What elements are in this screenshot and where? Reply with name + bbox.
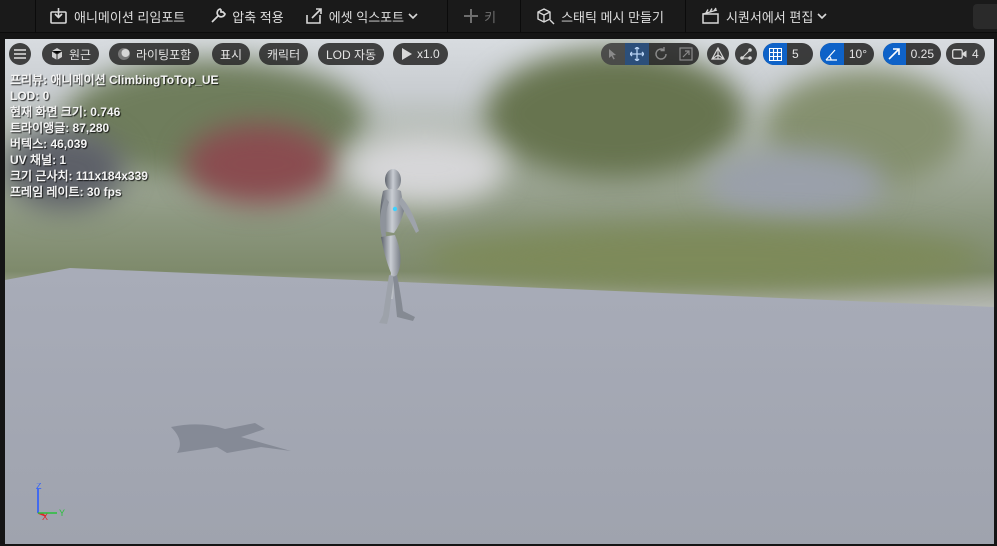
playback-speed-label: x1.0 xyxy=(417,47,440,61)
reimport-animation-button[interactable]: 애니메이션 리임포트 xyxy=(40,0,194,33)
lod-menu-button[interactable]: LOD 자동 xyxy=(318,43,385,65)
axis-indicator: Z X Y xyxy=(36,483,65,521)
character-menu-button[interactable]: 캐릭터 xyxy=(259,43,309,65)
camera-speed-button[interactable]: 4 xyxy=(946,43,985,65)
chevron-down-icon xyxy=(817,13,827,20)
reimport-label: 애니메이션 리임포트 xyxy=(74,9,186,25)
make-static-mesh-label: 스태틱 메시 만들기 xyxy=(561,9,664,25)
toolbar-overflow-button[interactable] xyxy=(973,4,997,29)
edit-in-sequencer-dropdown[interactable]: 시퀀서에서 편집 xyxy=(692,0,841,33)
stat-approx-size: 크기 근사치: 111x184x339 xyxy=(10,169,148,183)
chevron-down-icon xyxy=(408,13,418,20)
scale-icon xyxy=(679,47,693,61)
rotate-icon xyxy=(655,47,667,60)
viewport-options-menu-button[interactable] xyxy=(9,43,31,65)
cursor-icon xyxy=(609,49,616,60)
stat-lod: LOD: 0 xyxy=(10,89,50,103)
rotation-snap-value[interactable]: 10° xyxy=(844,47,874,61)
camera-icon xyxy=(952,49,967,59)
character-mesh[interactable] xyxy=(345,167,435,342)
perspective-label: 원근 xyxy=(69,47,92,62)
background-car xyxy=(705,149,885,219)
stat-vertices: 버텍스: 46,039 xyxy=(10,137,88,151)
character-menu-label: 캐릭터 xyxy=(267,47,301,62)
lit-sphere-icon xyxy=(118,48,130,60)
viewport-stats-overlay: 프리뷰: 애니메이션 ClimbingToTop_UE LOD: 0 현재 화면… xyxy=(10,72,219,200)
lighting-mode-button[interactable]: 라이팅포함 xyxy=(109,43,200,65)
move-arrows-icon xyxy=(630,47,644,61)
scale-snap-group: 0.25 xyxy=(883,43,941,65)
cube-icon xyxy=(51,48,63,60)
background-trees xyxy=(485,49,745,179)
lighting-mode-label: 라이팅포함 xyxy=(136,47,192,62)
add-key-button[interactable]: 키 xyxy=(454,0,505,33)
playback-speed-button[interactable]: x1.0 xyxy=(393,43,448,65)
stat-preview: 프리뷰: 애니메이션 ClimbingToTop_UE xyxy=(10,73,219,87)
scale-snap-toggle[interactable] xyxy=(883,43,906,65)
add-key-label: 키 xyxy=(484,9,497,25)
stat-triangles: 트라이앵글: 87,280 xyxy=(10,121,110,135)
camera-speed-value: 4 xyxy=(972,47,979,61)
translate-mode-button[interactable] xyxy=(625,43,649,65)
plus-icon xyxy=(464,9,479,23)
play-icon xyxy=(402,48,412,60)
asset-editor-toolbar: 애니메이션 리임포트 압축 적용 에셋 익스포트 키 스태틱 메시 만들기 시퀀… xyxy=(0,0,997,33)
apply-compression-label: 압축 적용 xyxy=(232,9,284,25)
toolbar-separator xyxy=(520,0,522,33)
scale-mode-button[interactable] xyxy=(673,43,699,65)
surface-snapping-button[interactable] xyxy=(735,43,757,65)
character-shadow xyxy=(171,423,291,453)
edit-in-sequencer-label: 시퀀서에서 편집 xyxy=(725,9,814,25)
grid-snap-value[interactable]: 5 xyxy=(787,47,806,61)
apply-compression-button[interactable]: 압축 적용 xyxy=(200,0,292,33)
rotation-snap-group: 10° xyxy=(820,43,874,65)
export-icon xyxy=(305,8,322,24)
scale-snap-value[interactable]: 0.25 xyxy=(906,47,941,61)
stat-screen-size: 현재 화면 크기: 0.746 xyxy=(10,105,121,119)
grid-snap-toggle[interactable] xyxy=(763,43,787,65)
rotate-mode-button[interactable] xyxy=(649,43,673,65)
background-lawn xyxy=(425,224,985,294)
axis-x-label: X xyxy=(42,512,48,521)
axis-y-label: Y xyxy=(59,508,65,518)
toolbar-separator xyxy=(447,0,449,33)
axis-z-label: Z xyxy=(36,483,42,491)
make-static-mesh-button[interactable]: 스태틱 메시 만들기 xyxy=(527,0,673,33)
grid-snap-group: 5 xyxy=(763,43,813,65)
toolbar-separator xyxy=(35,0,36,33)
export-asset-dropdown[interactable]: 에셋 익스포트 xyxy=(295,0,432,33)
select-mode-button[interactable] xyxy=(601,43,625,65)
static-mesh-icon xyxy=(537,8,555,25)
wrench-icon xyxy=(211,8,227,23)
reimport-icon xyxy=(50,8,67,24)
export-asset-label: 에셋 익스포트 xyxy=(328,9,405,25)
toolbar-left-spacer xyxy=(0,0,35,33)
animation-preview-viewport[interactable]: 원근 라이팅포함 표시 캐릭터 LOD 자동 x1.0 5 10° 0.25 4… xyxy=(5,39,994,544)
show-menu-label: 표시 xyxy=(220,47,243,62)
scale-arrow-icon xyxy=(888,48,901,60)
stat-frame-rate: 프레임 레이트: 30 fps xyxy=(10,185,122,199)
coordinate-system-button[interactable] xyxy=(707,43,729,65)
perspective-view-button[interactable]: 원근 xyxy=(42,43,100,65)
hamburger-menu-icon xyxy=(14,49,26,59)
lod-menu-label: LOD 자동 xyxy=(326,47,377,62)
surface-snap-icon xyxy=(740,48,752,60)
stat-uv-channels: UV 채널: 1 xyxy=(10,153,67,167)
grid-icon xyxy=(768,47,782,61)
toolbar-separator xyxy=(684,0,686,33)
angle-icon xyxy=(825,49,838,61)
local-coordinates-icon xyxy=(711,47,725,60)
transform-mode-group xyxy=(601,43,699,65)
rotation-snap-toggle[interactable] xyxy=(820,43,844,65)
clapperboard-icon xyxy=(702,7,719,24)
show-menu-button[interactable]: 표시 xyxy=(212,43,251,65)
